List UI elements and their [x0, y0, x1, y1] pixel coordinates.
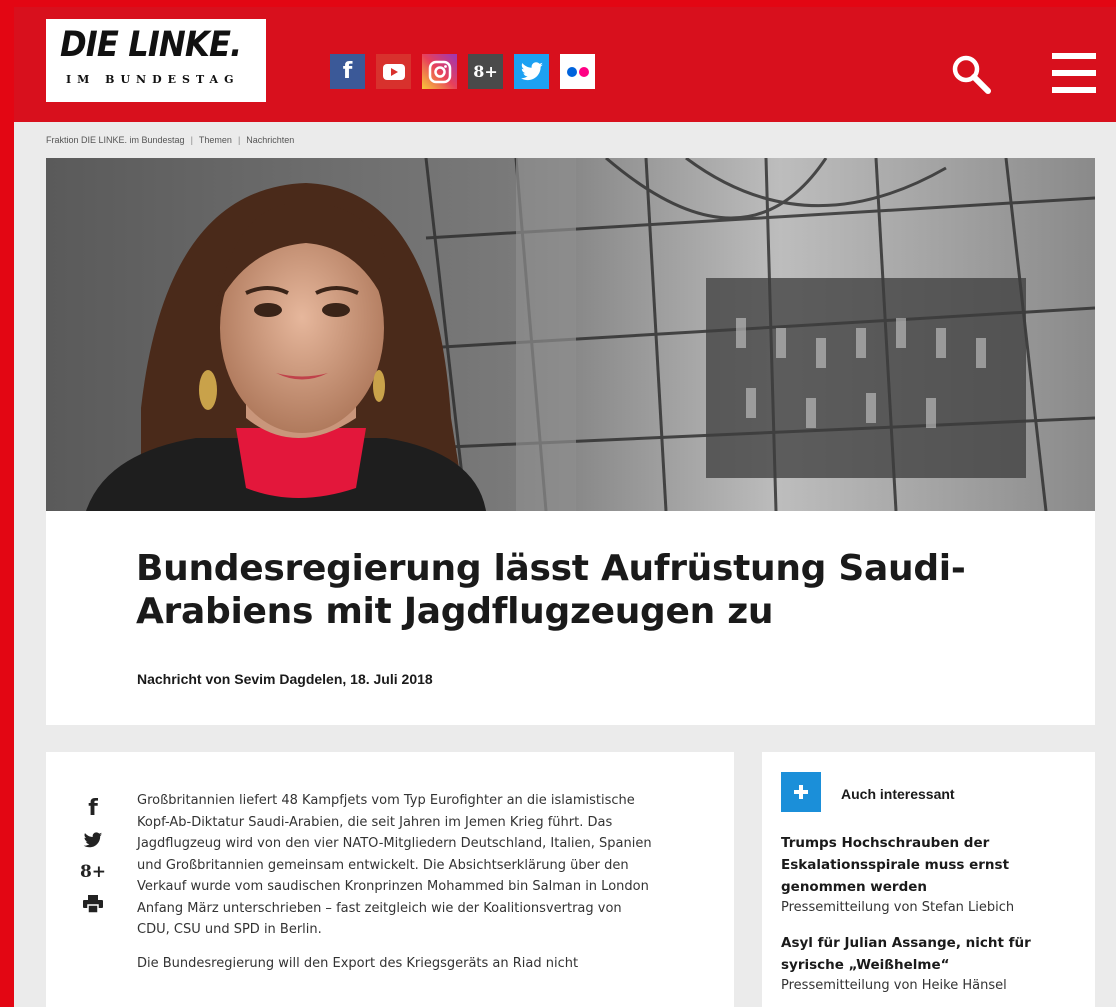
instagram-icon[interactable]: [422, 54, 457, 89]
related-title[interactable]: Trumps Hochschrauben der Eskalationsspir…: [781, 832, 1081, 898]
article-body: f 8+ Großbritannien liefert 48 Kampfjets…: [46, 752, 734, 1007]
google-plus-icon[interactable]: 8+: [468, 54, 503, 89]
paragraph: Großbritannien liefert 48 Kampfjets vom …: [137, 793, 652, 937]
list-item[interactable]: Trumps Hochschrauben der Eskalationsspir…: [781, 832, 1081, 918]
breadcrumb: Fraktion DIE LINKE. im Bundestag | Themen |…: [46, 135, 295, 145]
article-headline: Bundesregierung lässt Aufrüstung Saudi-A…: [136, 548, 966, 632]
article-text: Großbritannien liefert 48 Kampfjets vom …: [137, 790, 657, 986]
facebook-icon[interactable]: f: [80, 792, 106, 824]
social-links: f 8+: [330, 54, 595, 89]
hero-image: [46, 158, 1095, 511]
related-subtitle: Pressemitteilung von Stefan Liebich: [781, 900, 1015, 915]
search-icon[interactable]: [950, 53, 992, 95]
related-sidebar: Auch interessant Trumps Hochschrauben de…: [762, 752, 1095, 1007]
plus-icon: [781, 772, 821, 812]
flickr-icon[interactable]: [560, 54, 595, 89]
breadcrumb-item-nachrichten[interactable]: Nachrichten: [246, 135, 294, 145]
logo-wordmark: DIE LINKE.: [60, 25, 242, 65]
related-list: Trumps Hochschrauben der Eskalationsspir…: [781, 832, 1081, 1007]
list-item[interactable]: Asyl für Julian Assange, nicht für syris…: [781, 932, 1081, 996]
page-frame: DIE LINKE. IM BUNDESTAG f 8+ Fraktion DI…: [14, 7, 1116, 1007]
print-icon[interactable]: [80, 888, 106, 920]
twitter-icon[interactable]: [514, 54, 549, 89]
paragraph: Die Bundesregierung will den Export des …: [137, 955, 579, 971]
breadcrumb-item-themen[interactable]: Themen: [199, 135, 232, 145]
google-plus-icon[interactable]: 8+: [80, 856, 106, 888]
headline-box: Bundesregierung lässt Aufrüstung Saudi-A…: [46, 511, 1095, 725]
twitter-icon[interactable]: [80, 824, 106, 856]
hamburger-menu-icon[interactable]: [1052, 53, 1096, 93]
breadcrumb-item-fraktion[interactable]: Fraktion DIE LINKE. im Bundestag: [46, 135, 185, 145]
facebook-icon[interactable]: f: [330, 54, 365, 89]
sidebar-heading: Auch interessant: [841, 786, 955, 802]
share-bar: f 8+: [80, 792, 106, 920]
site-header: DIE LINKE. IM BUNDESTAG f 8+: [14, 7, 1116, 122]
logo-subtitle: IM BUNDESTAG: [66, 73, 240, 86]
related-subtitle: Pressemitteilung von Heike Hänsel: [781, 978, 1007, 993]
site-logo[interactable]: DIE LINKE. IM BUNDESTAG: [46, 19, 266, 102]
related-title[interactable]: Asyl für Julian Assange, nicht für syris…: [781, 932, 1081, 976]
youtube-icon[interactable]: [376, 54, 411, 89]
article-byline: Nachricht von Sevim Dagdelen, 18. Juli 2…: [137, 671, 433, 687]
